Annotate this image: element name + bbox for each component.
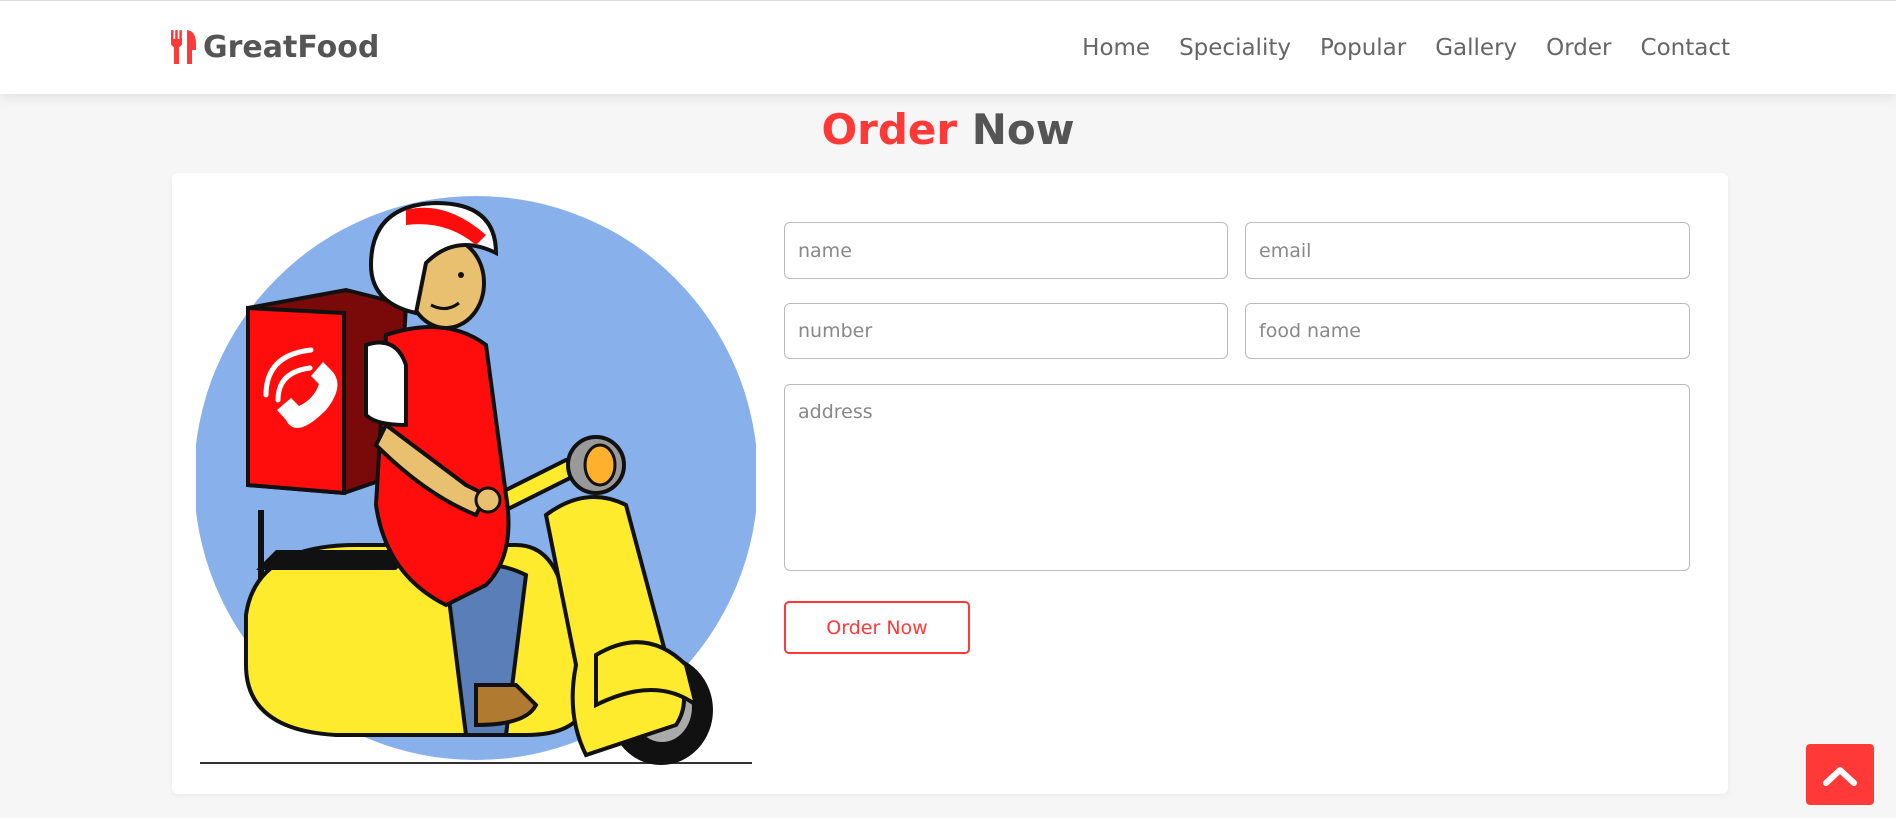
nav-item-gallery[interactable]: Gallery	[1435, 31, 1517, 65]
name-input[interactable]	[784, 222, 1228, 279]
nav-item-contact[interactable]: Contact	[1641, 31, 1730, 65]
address-textarea[interactable]	[784, 384, 1690, 571]
nav-item-popular[interactable]: Popular	[1320, 31, 1406, 65]
utensils-icon	[171, 30, 196, 64]
logo-link[interactable]: GreatFood	[170, 27, 379, 67]
page-title-rest: Now	[957, 105, 1075, 154]
order-card: Order Now	[172, 173, 1728, 794]
order-now-button[interactable]: Order Now	[784, 601, 970, 654]
chevron-up-icon	[1823, 766, 1857, 786]
food-name-input[interactable]	[1245, 303, 1690, 359]
nav-item-home[interactable]: Home	[1082, 31, 1150, 65]
header: GreatFood Home Speciality Popular Galler…	[0, 0, 1896, 94]
nav-item-order[interactable]: Order	[1546, 31, 1611, 65]
back-to-top-button[interactable]	[1806, 744, 1874, 805]
nav-item-speciality[interactable]: Speciality	[1179, 31, 1291, 65]
number-input[interactable]	[784, 303, 1228, 359]
page-title-accent: Order	[821, 105, 958, 154]
page-title: Order Now	[0, 102, 1896, 158]
main-nav: Home Speciality Popular Gallery Order Co…	[1082, 31, 1730, 65]
delivery-scooter-illustration	[196, 196, 756, 765]
email-input[interactable]	[1245, 222, 1690, 279]
brand-name: GreatFood	[203, 29, 380, 65]
